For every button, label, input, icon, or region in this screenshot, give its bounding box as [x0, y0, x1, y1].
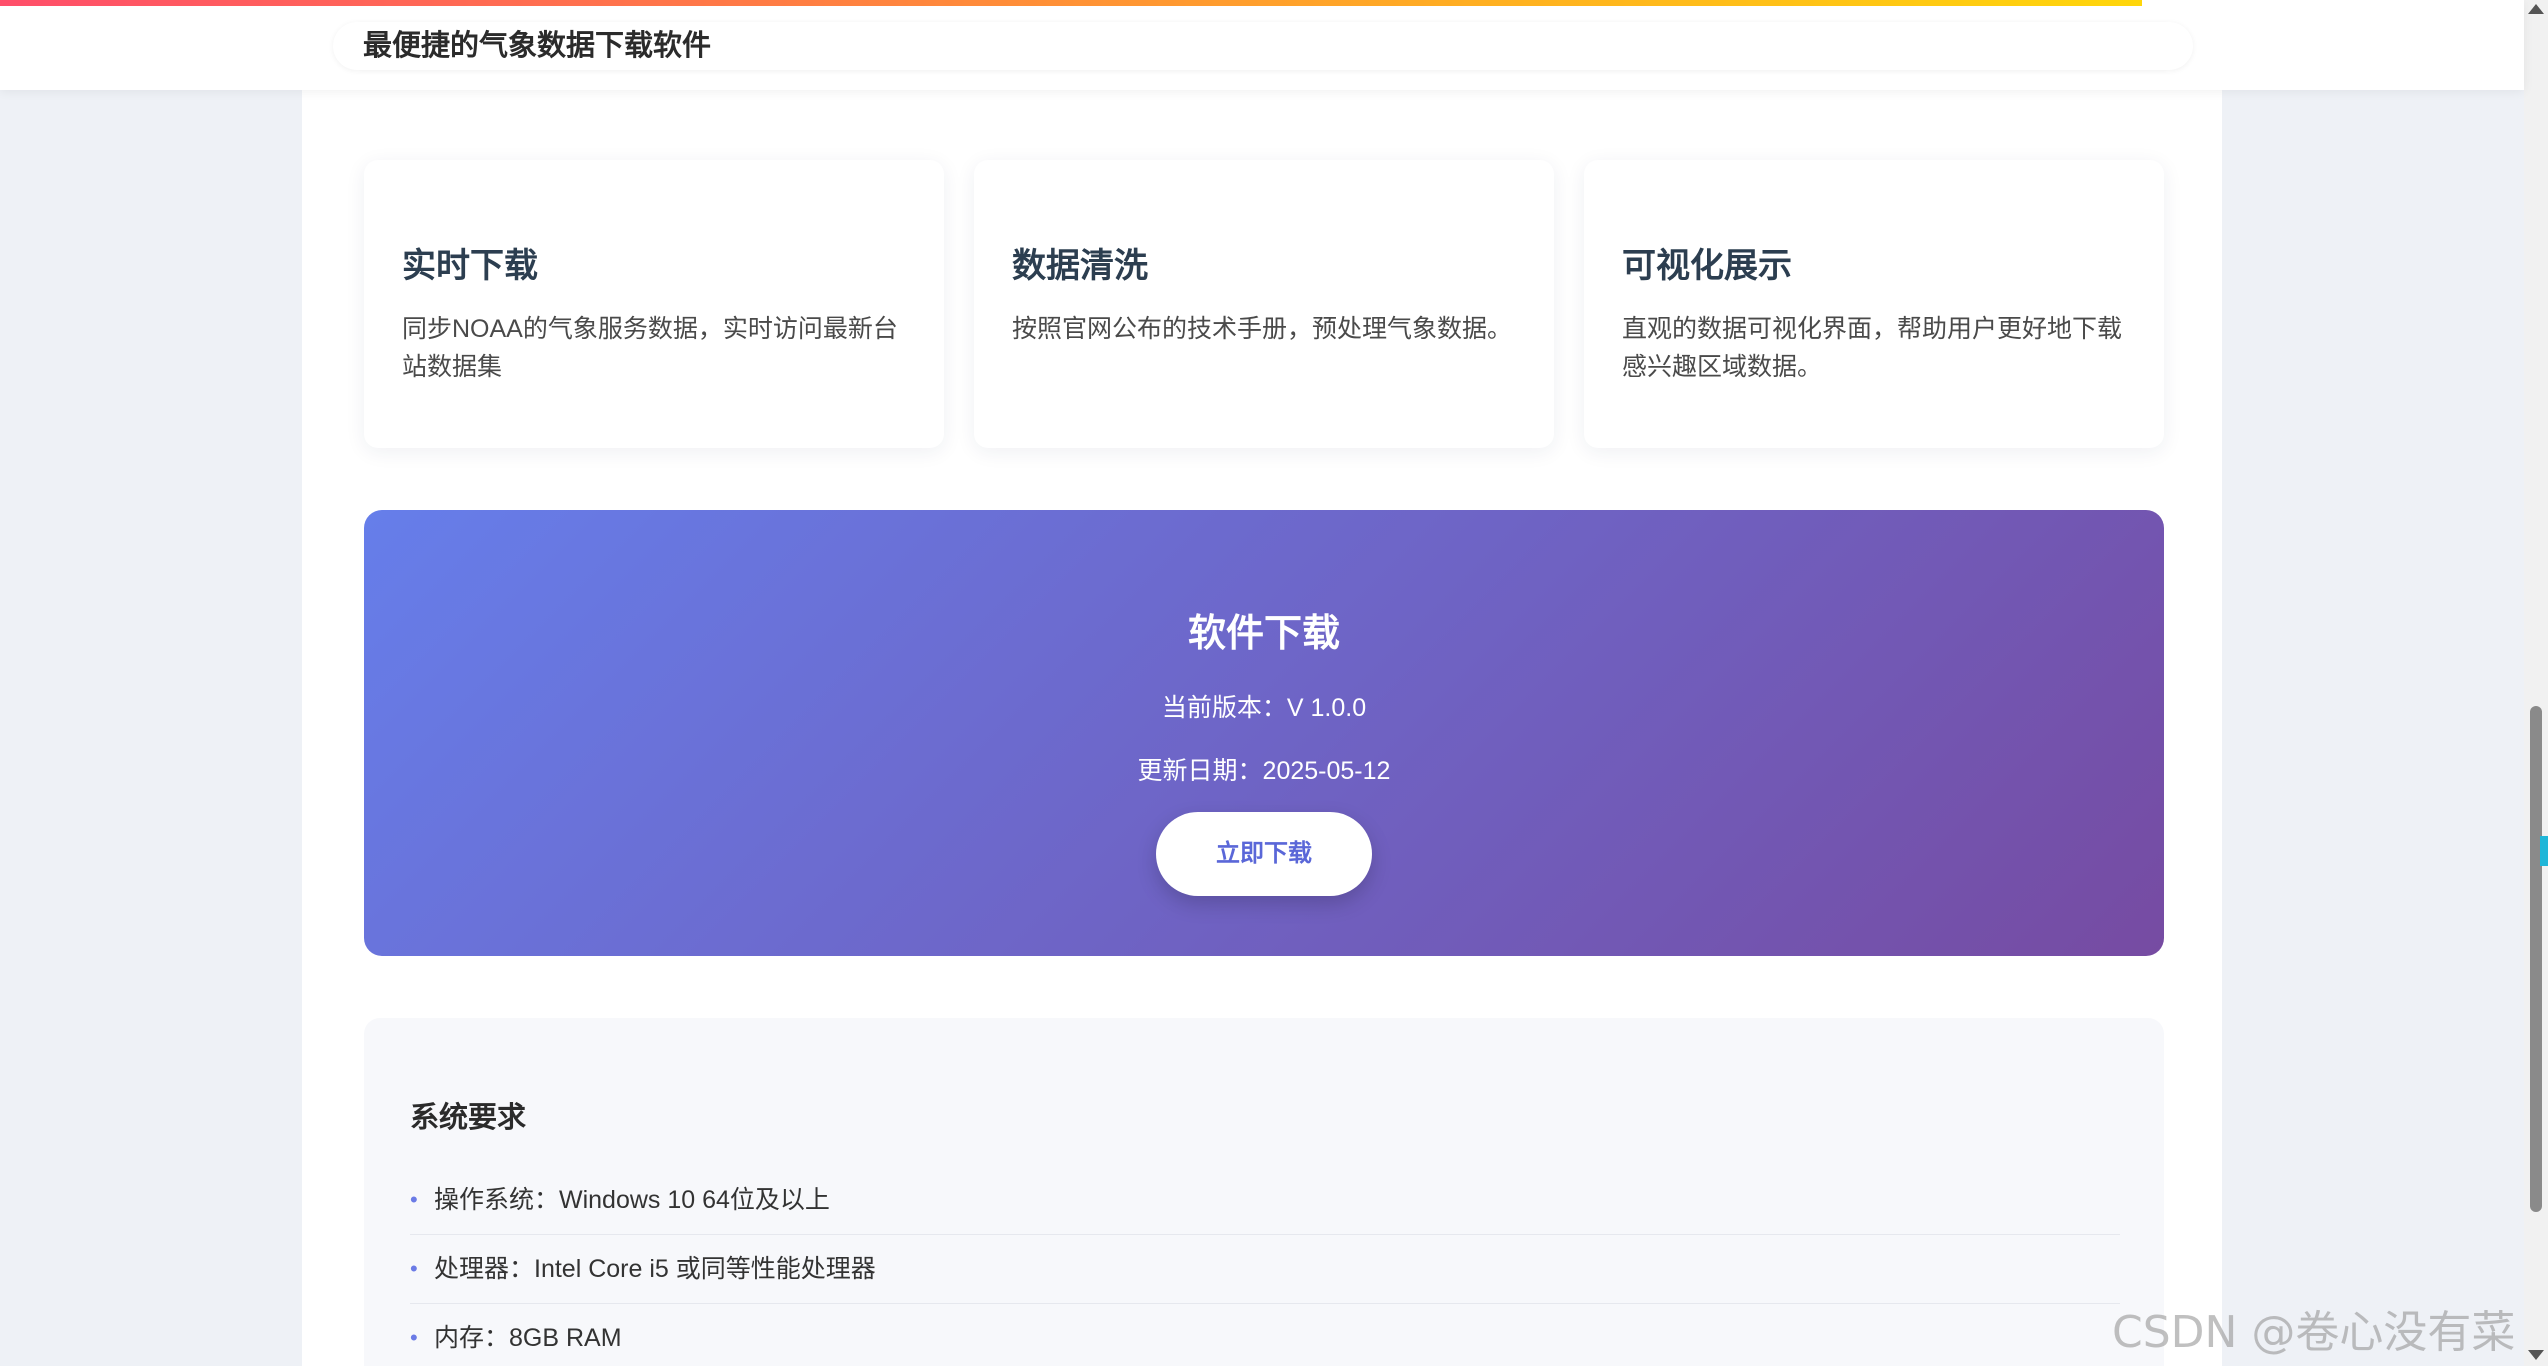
update-date: 更新日期：2025-05-12 — [1137, 757, 1391, 785]
feature-title: 数据清洗 — [1012, 247, 1148, 285]
top-gradient-strip — [0, 0, 2142, 6]
feature-description: 按照官网公布的技术手册，预处理气象数据。 — [1012, 315, 1513, 343]
main-content: 实时下载 同步NOAA的气象服务数据，实时访问最新台站数据集 数据清洗 按照官网… — [302, 0, 2222, 1366]
bullet-icon: • — [410, 1325, 418, 1350]
feature-card-realtime-download: 实时下载 同步NOAA的气象服务数据，实时访问最新台站数据集 — [364, 160, 944, 448]
requirements-title: 系统要求 — [410, 1102, 527, 1134]
requirements-list: • 操作系统：Windows 10 64位及以上 • 处理器：Intel Cor… — [410, 1166, 2120, 1366]
feature-description: 同步NOAA的气象服务数据，实时访问最新台站数据集 — [402, 315, 898, 381]
feature-list: 实时下载 同步NOAA的气象服务数据，实时访问最新台站数据集 数据清洗 按照官网… — [364, 160, 2164, 450]
header-bar: 最便捷的气象数据下载软件 — [333, 22, 2193, 70]
feature-card-visualization: 可视化展示 直观的数据可视化界面，帮助用户更好地下载感兴趣区域数据。 — [1584, 160, 2164, 448]
feature-description: 直观的数据可视化界面，帮助用户更好地下载感兴趣区域数据。 — [1622, 315, 2123, 381]
list-item: • 内存：8GB RAM — [410, 1304, 2120, 1366]
site-header: 最便捷的气象数据下载软件 — [0, 0, 2524, 90]
system-requirements-section: 系统要求 • 操作系统：Windows 10 64位及以上 • 处理器：Inte… — [364, 1018, 2164, 1366]
current-version: 当前版本：V 1.0.0 — [1161, 694, 1367, 722]
requirement-text: 内存：8GB RAM — [434, 1324, 622, 1352]
download-title: 软件下载 — [1187, 613, 1340, 655]
download-now-button[interactable]: 立即下载 — [1156, 812, 1372, 896]
list-item: • 处理器：Intel Core i5 或同等性能处理器 — [410, 1235, 2120, 1304]
scroll-up-arrow-icon[interactable] — [2528, 4, 2544, 14]
software-download-section: 软件下载 当前版本：V 1.0.0 更新日期：2025-05-12 立即下载 — [364, 510, 2164, 956]
bullet-icon: • — [410, 1187, 418, 1212]
requirement-text: 操作系统：Windows 10 64位及以上 — [434, 1186, 830, 1214]
requirement-text: 处理器：Intel Core i5 或同等性能处理器 — [434, 1255, 876, 1283]
scrollbar-accent-marker — [2540, 836, 2548, 866]
feature-title: 可视化展示 — [1622, 247, 1792, 285]
scroll-down-arrow-icon[interactable] — [2528, 1350, 2544, 1360]
scrollbar-thumb[interactable] — [2530, 706, 2542, 1212]
list-item: • 操作系统：Windows 10 64位及以上 — [410, 1166, 2120, 1235]
watermark: CSDN @卷心没有菜 — [2112, 1307, 2516, 1358]
site-title: 最便捷的气象数据下载软件 — [363, 30, 712, 62]
feature-card-data-cleaning: 数据清洗 按照官网公布的技术手册，预处理气象数据。 — [974, 160, 1554, 448]
feature-title: 实时下载 — [402, 247, 538, 285]
bullet-icon: • — [410, 1256, 418, 1281]
